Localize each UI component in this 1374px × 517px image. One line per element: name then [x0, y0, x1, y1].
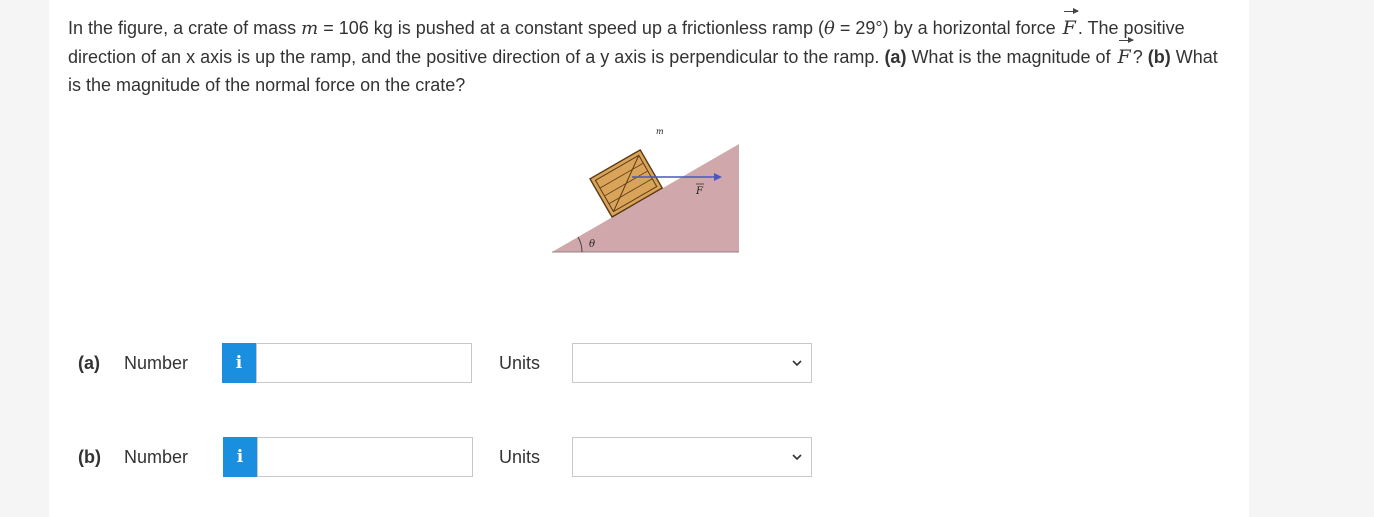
- question-text-part: = 29°) by a horizontal force: [834, 18, 1061, 38]
- part-a-label: (a): [78, 353, 100, 373]
- question-text-part: In the figure, a crate of mass: [68, 18, 302, 38]
- chevron-down-icon: [792, 454, 802, 461]
- answer-a-units-select[interactable]: [572, 343, 812, 383]
- answer-a-number-input[interactable]: [256, 343, 472, 383]
- info-icon[interactable]: i: [222, 343, 256, 383]
- part-b-label: (b): [78, 447, 101, 467]
- number-label: Number: [124, 447, 189, 467]
- part-b-tag: (b): [1147, 47, 1171, 67]
- force-vector-symbol: F: [1061, 8, 1080, 42]
- mass-label: m: [656, 127, 664, 136]
- mass-symbol: m: [301, 18, 319, 39]
- answer-b-units-select[interactable]: [572, 437, 812, 477]
- answer-b-number-input[interactable]: [257, 437, 473, 477]
- theta-symbol: θ: [824, 18, 835, 39]
- number-label: Number: [124, 353, 189, 373]
- angle-label: θ: [589, 239, 595, 250]
- force-label: F: [695, 186, 704, 197]
- ramp-figure: θ m F: [552, 127, 739, 253]
- question-text-part: ?: [1132, 47, 1148, 67]
- units-label: Units: [499, 447, 541, 467]
- question-text: In the figure, a crate of mass m = 106 k…: [68, 8, 1218, 99]
- force-vector-symbol: F: [1116, 37, 1134, 71]
- info-icon[interactable]: i: [223, 437, 257, 477]
- units-label: Units: [499, 353, 541, 373]
- question-text-part: What is the magnitude of: [906, 47, 1116, 67]
- part-a-tag: (a): [884, 47, 907, 67]
- question-text-part: = 106 kg is pushed at a constant speed u…: [318, 18, 824, 38]
- chevron-down-icon: [792, 360, 802, 367]
